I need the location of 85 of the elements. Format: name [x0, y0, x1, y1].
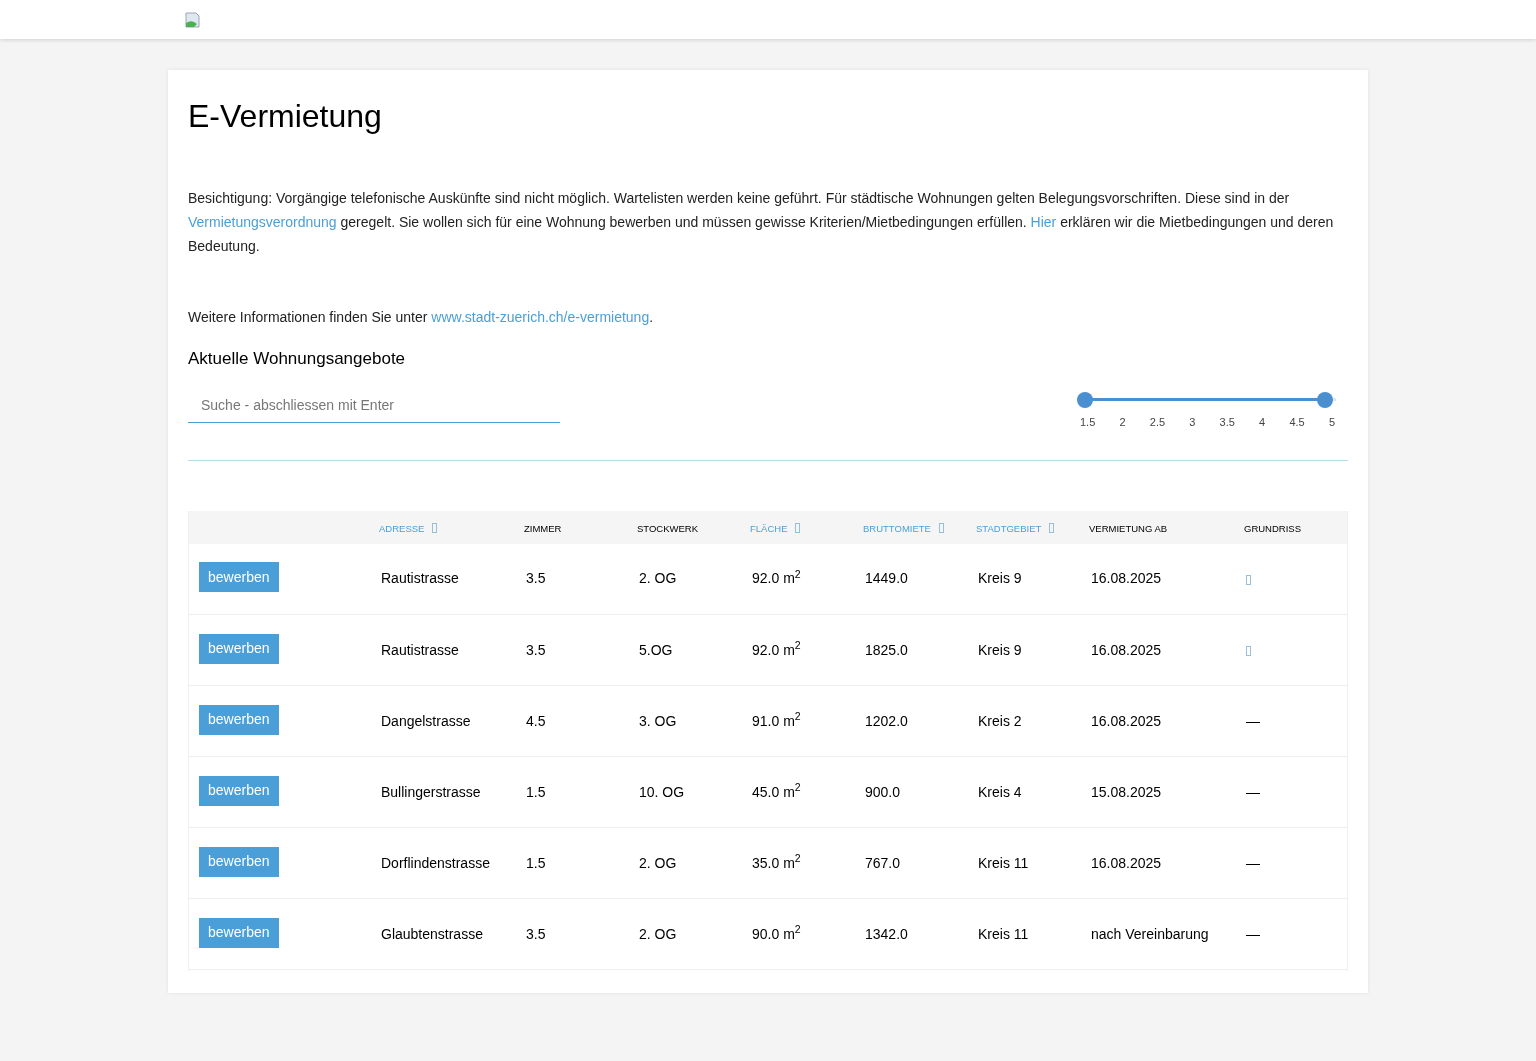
table-cell: 900.0	[865, 783, 901, 800]
table-cell: 1825.0	[865, 641, 908, 658]
table-cell: nach Vereinbarung	[1091, 925, 1209, 942]
slider-tick-label: 3.5	[1219, 415, 1235, 430]
table-cell: —	[1246, 854, 1260, 871]
table-cell: Dorflindenstrasse	[381, 854, 490, 871]
slider-tick-label: 2.5	[1149, 415, 1166, 430]
table-cell: 16.08.2025	[1091, 712, 1162, 729]
column-header[interactable]: ADRESSE	[379, 523, 425, 534]
section-title: Aktuelle Wohnungsangebote	[188, 348, 407, 370]
table-cell: 35.0 m$^{2}$	[752, 854, 801, 871]
slider-tick-label: 1.5	[1080, 415, 1096, 430]
column-header[interactable]: STADTGEBIET	[976, 523, 1042, 534]
table-cell: 91.0 m$^{2}$	[752, 712, 801, 729]
intro-paragraph: Besichtigung: Vorgängige telefonische Auskünfte sind nicht möglich. Wartelisten werden keine geführt. Für städtische Wohnungen gelten Belegungsvorschriften. Diese sind in der Vermietungsverordnung geregelt. Sie wollen sich für eine Wohnung bewerben und müssen gewisse Kriterien/Mietbedingungen erfüllen. Hier erklären wir die Mietbedingungen und deren Bedeutung.	[188, 189, 1335, 256]
slider-thumb[interactable]	[1077, 392, 1093, 408]
table-cell: 1449.0	[865, 570, 908, 587]
slider-tick-label: 4.5	[1289, 415, 1305, 430]
table-cell: 16.08.2025	[1091, 570, 1162, 587]
table-cell: 3.5	[526, 925, 546, 942]
column-header: STOCKWERK	[637, 523, 699, 534]
table-cell: Rautistrasse	[381, 641, 459, 658]
sort-glyph-icon	[795, 522, 801, 533]
table-cell: 45.0 m$^{2}$	[752, 783, 801, 800]
apply-button[interactable]: bewerben	[199, 846, 279, 877]
table-cell: Kreis 2	[978, 712, 1022, 729]
table-cell: 3.5	[526, 641, 546, 658]
column-header: VERMIETUNG AB	[1089, 523, 1168, 534]
table-cell: 5.OG	[639, 641, 673, 658]
table-cell: Kreis 11	[978, 854, 1029, 871]
apply-button[interactable]: bewerben	[199, 562, 279, 593]
table-cell: 90.0 m$^{2}$	[752, 925, 801, 942]
range-slider[interactable]: 1.5 2 2.5 3 3.5 4 4.5 5	[1074, 388, 1339, 431]
slider-tick-label: 3	[1189, 415, 1196, 430]
table-cell: —	[1246, 783, 1260, 800]
apply-button[interactable]: bewerben	[199, 775, 279, 806]
table-cell: Kreis 11	[978, 925, 1029, 942]
slider-tick-label: 5	[1328, 415, 1335, 430]
slider-tick-label: 2	[1119, 415, 1126, 430]
table-cell: Kreis 4	[978, 783, 1022, 800]
floor-plan-glyph-icon	[1246, 574, 1251, 585]
table-cell: 16.08.2025	[1091, 854, 1162, 871]
table-cell: 3. OG	[639, 712, 677, 729]
apply-button[interactable]: bewerben	[199, 633, 279, 664]
apply-button[interactable]: bewerben	[199, 917, 279, 948]
table-cell: Kreis 9	[978, 570, 1022, 587]
apply-button[interactable]: bewerben	[199, 704, 279, 735]
table-cell: Dangelstrasse	[381, 712, 471, 729]
table-cell: 3.5	[526, 570, 546, 587]
table-cell: 1.5	[526, 783, 546, 800]
table-cell: Glaubtenstrasse	[381, 925, 483, 942]
sort-glyph-icon	[1049, 522, 1055, 533]
text-link[interactable]: Vermietungsverordnung	[188, 214, 337, 230]
sort-glyph-icon	[432, 522, 438, 533]
table-cell: —	[1246, 712, 1260, 729]
slider-tick-label: 4	[1259, 415, 1266, 430]
column-header[interactable]: BRUTTOMIETE	[863, 523, 931, 534]
table-cell: Kreis 9	[978, 641, 1022, 658]
info-paragraph: Weitere Informationen finden Sie unter www.stadt-zuerich.ch/e-vermietung.	[188, 308, 655, 327]
table-cell: 1.5	[526, 854, 546, 871]
table-cell: 15.08.2025	[1091, 783, 1162, 800]
column-header: GRUNDRISS	[1244, 523, 1301, 534]
slider-thumb[interactable]	[1317, 392, 1333, 408]
table-cell: 1202.0	[865, 712, 908, 729]
table-cell: Rautistrasse	[381, 570, 459, 587]
table-cell: Bullingerstrasse	[381, 783, 481, 800]
page-title: E-Vermietung	[188, 97, 383, 136]
table-cell: —	[1246, 925, 1260, 942]
floor-plan-glyph-icon	[1246, 645, 1251, 656]
table-cell: 92.0 m$^{2}$	[752, 641, 801, 658]
table-cell: 2. OG	[639, 854, 677, 871]
search-field[interactable]: Suche - abschliessen mit Enter	[188, 388, 560, 423]
table-cell: 767.0	[865, 854, 901, 871]
text-link[interactable]: Hier	[1030, 214, 1057, 230]
table-cell: 2. OG	[639, 925, 677, 942]
broken-image-icon	[185, 11, 201, 28]
table-cell: 2. OG	[639, 570, 677, 587]
table-cell: 16.08.2025	[1091, 641, 1162, 658]
column-header[interactable]: FLÄCHE	[750, 523, 788, 534]
table-cell: 1342.0	[865, 925, 908, 942]
table-cell: 4.5	[526, 712, 546, 729]
table-cell: 92.0 m$^{2}$	[752, 570, 801, 587]
table-cell: 10. OG	[639, 783, 685, 800]
sort-glyph-icon	[938, 522, 944, 533]
column-header: ZIMMER	[524, 523, 562, 534]
